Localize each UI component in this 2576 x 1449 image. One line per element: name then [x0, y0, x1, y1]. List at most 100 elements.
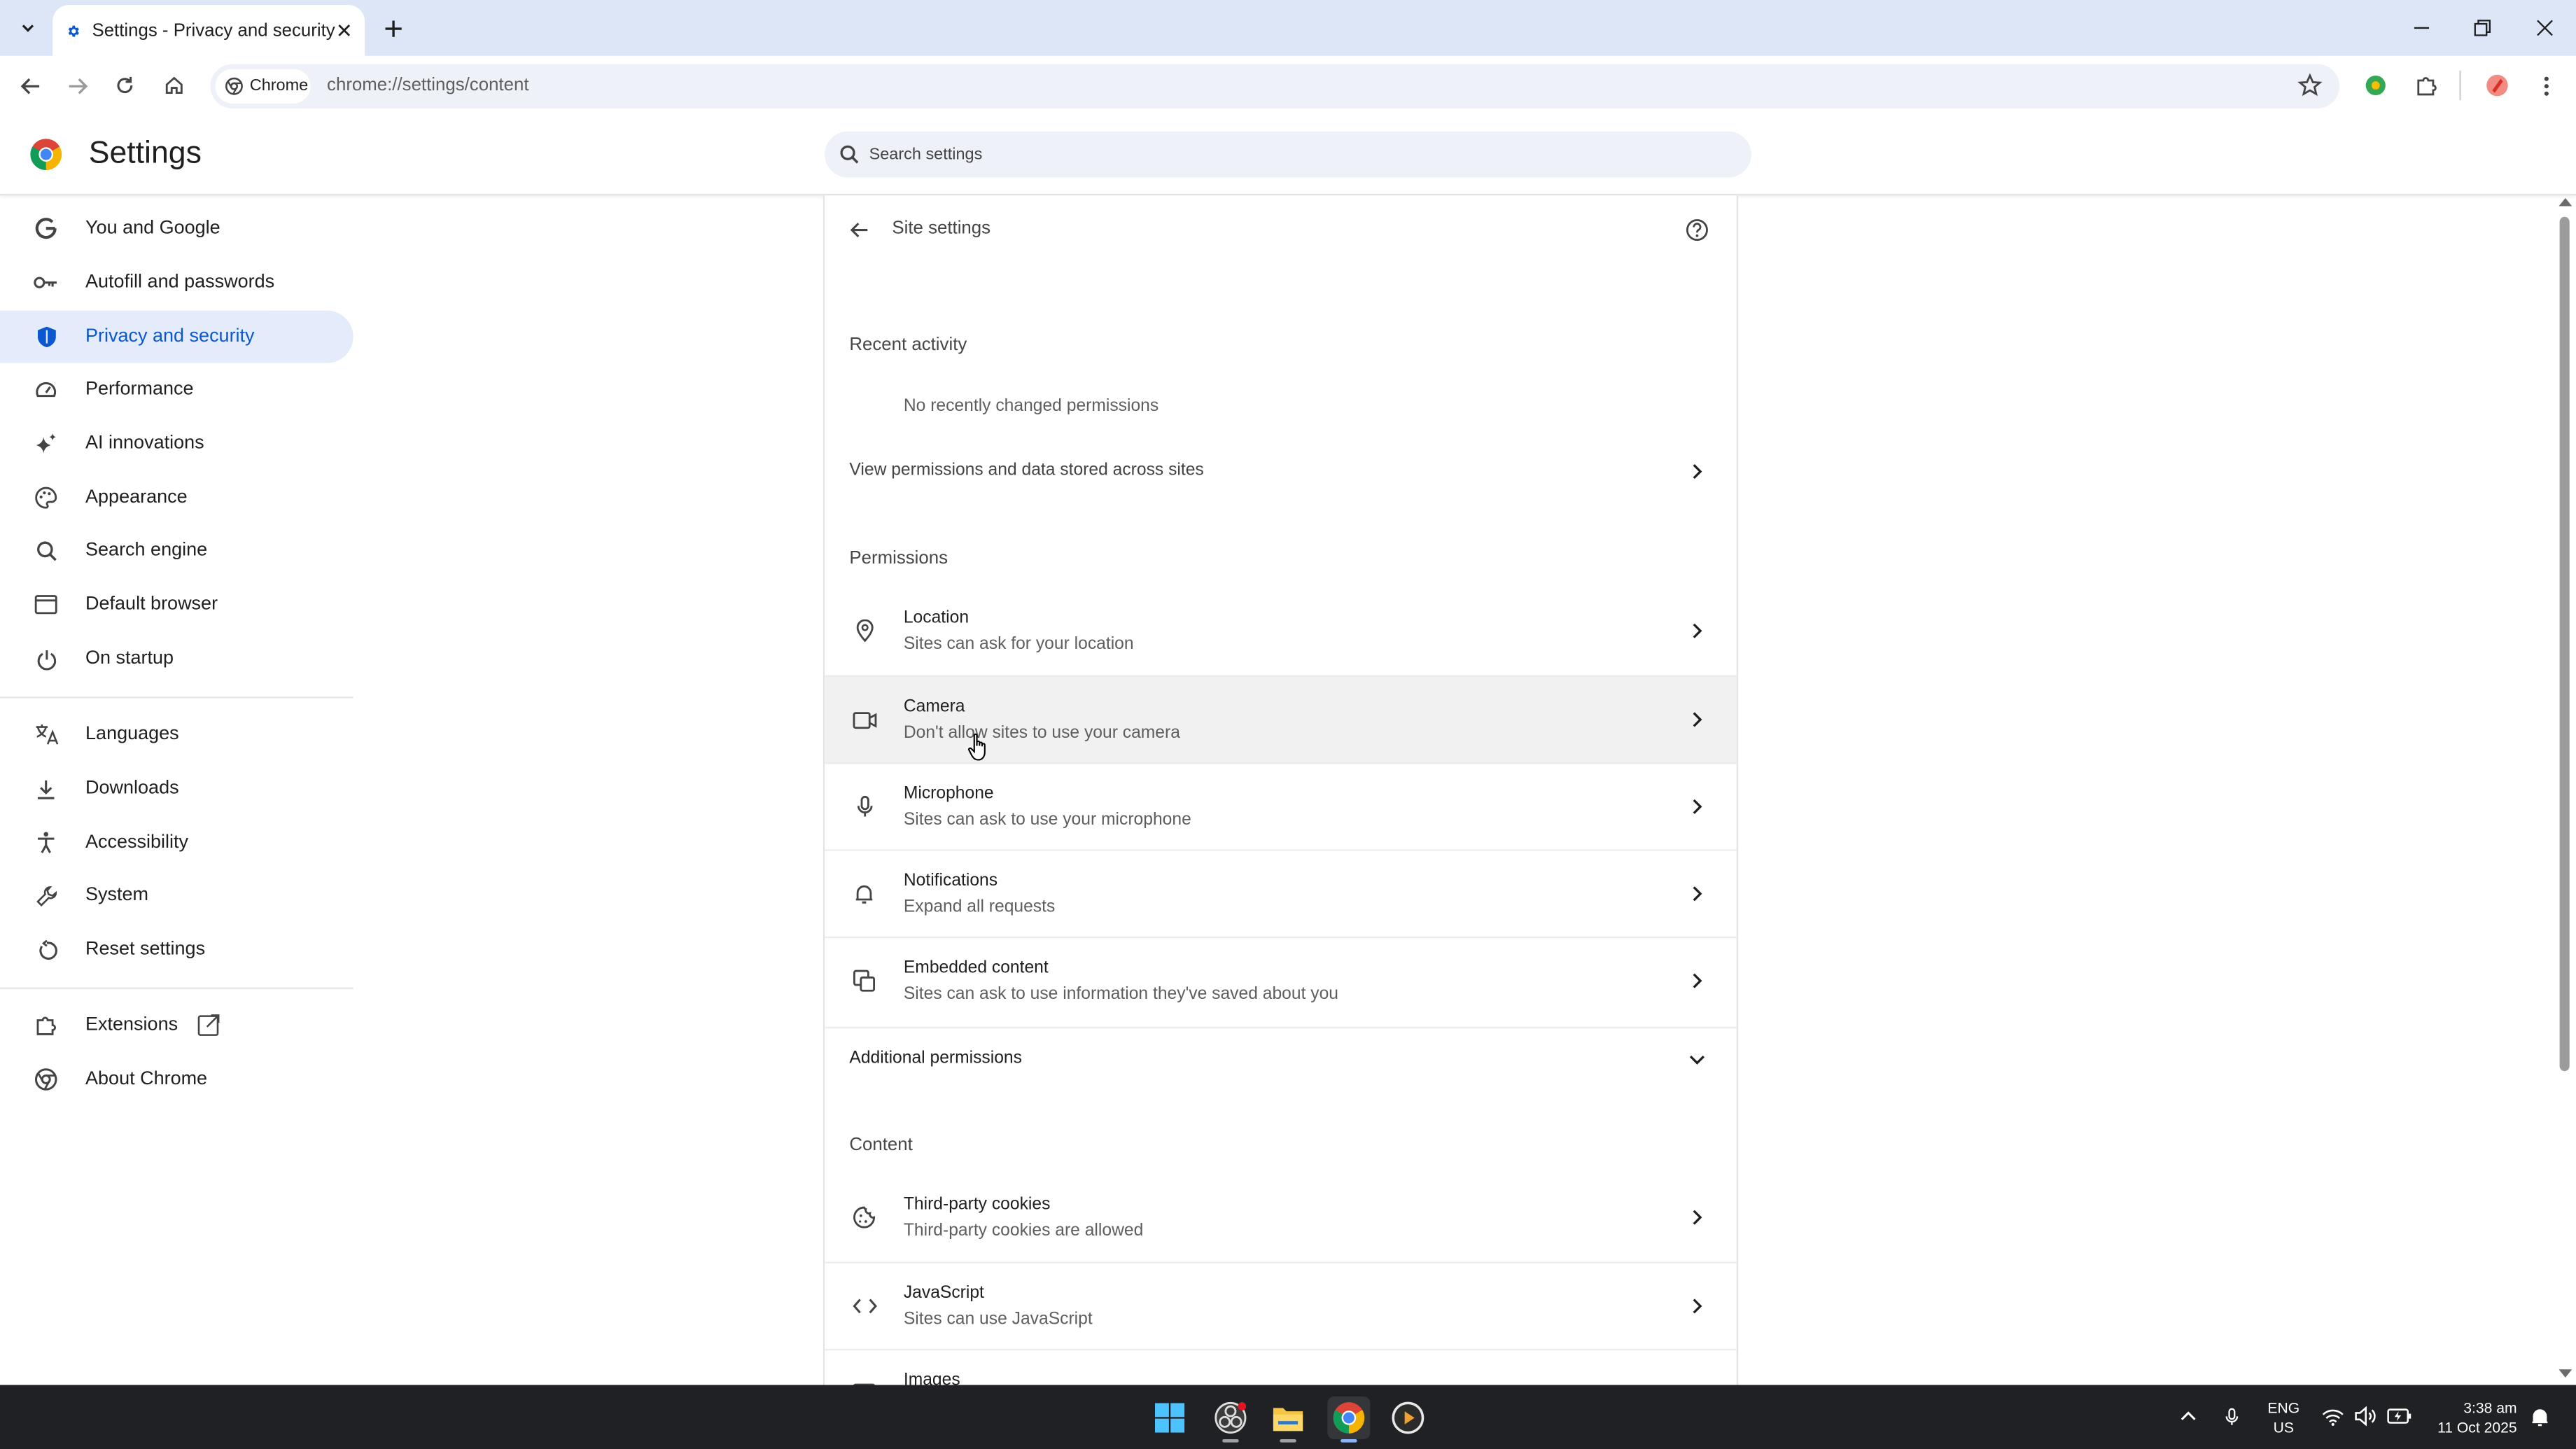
tray-battery[interactable]	[2386, 1403, 2412, 1429]
sidebar-item-label: Extensions	[85, 1015, 178, 1035]
sidebar-item-search-engine[interactable]: Search engine	[0, 524, 354, 577]
back-button[interactable]	[13, 69, 46, 102]
new-tab-button[interactable]	[378, 13, 407, 43]
translate-icon	[33, 721, 59, 748]
view-permissions-row[interactable]: View permissions and data stored across …	[825, 440, 1737, 499]
help-button[interactable]	[1682, 215, 1712, 244]
sidebar-item-languages[interactable]: Languages	[0, 708, 354, 761]
sidebar-item-label: AI innovations	[85, 433, 204, 454]
content-subtitle: Sites can use JavaScript	[903, 1309, 1093, 1329]
restore-button[interactable]	[2459, 10, 2505, 46]
recent-activity-heading: Recent activity	[849, 335, 967, 355]
permission-row-location[interactable]: Location Sites can ask for your location	[825, 588, 1737, 675]
puzzle-icon	[33, 1012, 59, 1039]
sidebar-divider	[0, 696, 354, 699]
address-bar[interactable]: Chrome chrome://settings/content	[210, 64, 2340, 108]
sidebar-item-accessibility[interactable]: Accessibility	[0, 816, 354, 869]
permission-row-notifications[interactable]: Notifications Expand all requests	[825, 849, 1737, 938]
sidebar-item-you-and-google[interactable]: You and Google	[0, 202, 354, 255]
permission-subtitle: Don't allow sites to use your camera	[903, 722, 1180, 743]
sidebar-item-label: About Chrome	[85, 1069, 208, 1090]
tab-close-button[interactable]	[335, 18, 355, 44]
notification-center-button[interactable]	[2527, 1403, 2554, 1429]
permission-row-embedded-content[interactable]: Embedded content Sites can ask to use in…	[825, 936, 1737, 1026]
taskbar-app-chrome[interactable]	[1327, 1396, 1371, 1443]
permission-row-camera[interactable]: Camera Don't allow sites to use your cam…	[825, 675, 1737, 764]
sidebar-item-label: Autofill and passwords	[85, 272, 275, 293]
chevron-right-icon	[1686, 620, 1709, 643]
open-in-new-icon	[197, 1014, 220, 1037]
page-scrollbar[interactable]	[2555, 194, 2576, 1385]
additional-permissions-toggle[interactable]: Additional permissions	[825, 1026, 1737, 1088]
browser-window-icon	[33, 592, 59, 618]
search-icon	[840, 145, 859, 164]
search-settings-input[interactable]	[869, 145, 1691, 164]
content-subtitle: Third-party cookies are allowed	[903, 1220, 1144, 1240]
region-code: US	[2273, 1419, 2294, 1436]
sidebar-item-performance[interactable]: Performance	[0, 363, 354, 416]
taskbar-app-obs[interactable]	[1209, 1396, 1252, 1443]
tray-volume[interactable]	[2353, 1403, 2379, 1429]
scroll-down-arrow-icon	[2558, 1369, 2572, 1378]
scrollbar-thumb[interactable]	[2559, 216, 2570, 1072]
content-row-javascript[interactable]: JavaScript Sites can use JavaScript	[825, 1261, 1737, 1350]
sidebar-item-system[interactable]: System	[0, 869, 354, 922]
sidebar-item-autofill[interactable]: Autofill and passwords	[0, 256, 354, 309]
url-text[interactable]: chrome://settings/content	[327, 76, 528, 95]
search-settings-box[interactable]	[825, 131, 1751, 178]
chevron-down-icon	[1686, 1048, 1709, 1071]
permission-subtitle: Expand all requests	[903, 897, 1056, 917]
extensions-menu-button[interactable]	[2410, 69, 2443, 102]
extension-button-green[interactable]	[2359, 69, 2392, 102]
tab-search-button[interactable]	[10, 11, 46, 44]
bookmark-button[interactable]	[2297, 72, 2323, 99]
chevron-right-icon	[1686, 1294, 1709, 1317]
taskbar-app-file-explorer[interactable]	[1267, 1396, 1310, 1443]
sidebar-item-ai-innovations[interactable]: AI innovations	[0, 417, 354, 470]
sidebar-item-label: You and Google	[85, 218, 220, 239]
system-clock[interactable]: 3:38 am 11 Oct 2025	[2421, 1398, 2517, 1437]
close-window-button[interactable]	[2522, 10, 2568, 46]
sidebar-item-label: Accessibility	[85, 832, 189, 853]
sidebar-item-label: System	[85, 886, 149, 906]
sidebar-item-about-chrome[interactable]: About Chrome	[0, 1053, 354, 1105]
start-button[interactable]	[1149, 1396, 1191, 1439]
forward-button[interactable]	[61, 69, 94, 102]
arrow-right-icon	[68, 77, 88, 94]
sidebar-item-privacy-and-security[interactable]: Privacy and security	[0, 310, 354, 363]
reload-button[interactable]	[108, 69, 141, 102]
chevron-right-icon	[1686, 1206, 1709, 1229]
sidebar-item-on-startup[interactable]: On startup	[0, 633, 354, 685]
sidebar-item-reset-settings[interactable]: Reset settings	[0, 923, 354, 976]
battery-icon	[2386, 1408, 2411, 1424]
view-permissions-label: View permissions and data stored across …	[849, 460, 1204, 480]
home-button[interactable]	[158, 69, 190, 102]
code-icon	[851, 1293, 878, 1320]
input-language-indicator[interactable]: ENG US	[2264, 1398, 2303, 1437]
site-settings-back-button[interactable]	[844, 215, 874, 244]
minimize-button[interactable]	[2399, 10, 2445, 46]
taskbar-app-media-player[interactable]	[1387, 1396, 1429, 1439]
additional-permissions-label: Additional permissions	[849, 1048, 1022, 1068]
content-row-third-party-cookies[interactable]: Third-party cookies Third-party cookies …	[825, 1175, 1737, 1261]
sidebar-item-default-browser[interactable]: Default browser	[0, 578, 354, 631]
arrow-left-icon	[850, 223, 868, 238]
sidebar-item-extensions[interactable]: Extensions	[0, 999, 354, 1051]
active-tab[interactable]: Settings - Privacy and security	[52, 5, 365, 56]
show-hidden-icons-button[interactable]	[2175, 1403, 2202, 1429]
chrome-menu-button[interactable]	[2530, 69, 2563, 102]
profile-button[interactable]	[2481, 69, 2514, 102]
site-info-chip[interactable]: Chrome	[215, 69, 311, 104]
download-icon	[33, 776, 59, 802]
tray-wifi[interactable]	[2320, 1403, 2346, 1429]
embedded-content-icon	[851, 967, 878, 994]
sidebar-item-appearance[interactable]: Appearance	[0, 472, 354, 524]
running-indicator	[1340, 1438, 1357, 1443]
chevron-right-icon	[1686, 708, 1709, 732]
sidebar-item-downloads[interactable]: Downloads	[0, 762, 354, 815]
speedometer-icon	[33, 376, 59, 402]
permission-row-microphone[interactable]: Microphone Sites can ask to use your mic…	[825, 762, 1737, 851]
microphone-icon	[851, 794, 878, 820]
google-g-icon	[33, 215, 59, 241]
tray-microphone[interactable]	[2218, 1403, 2244, 1429]
